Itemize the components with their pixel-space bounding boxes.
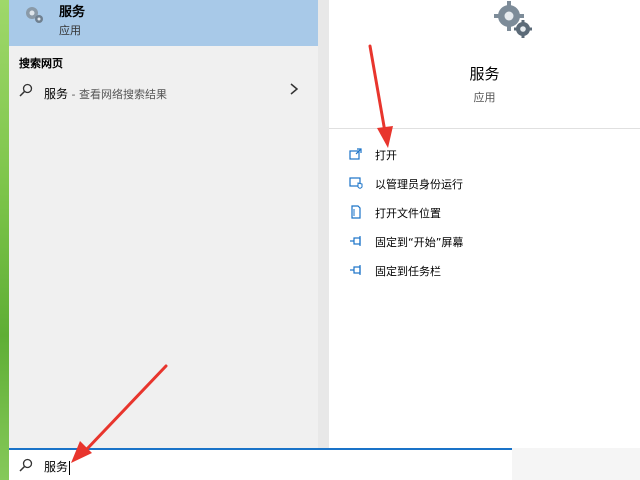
open-action-label: 打开 (375, 149, 397, 162)
pin-icon (350, 265, 361, 275)
open-file-location-action[interactable]: 打开文件位置 (349, 202, 629, 224)
services-gear-icon (26, 7, 43, 23)
services-gear-icon (494, 1, 532, 38)
details-divider (329, 128, 640, 129)
search-icon (19, 83, 33, 97)
open-file-location-label: 打开文件位置 (375, 207, 441, 220)
run-as-admin-action[interactable]: 以管理员身份运行 (349, 173, 629, 195)
chevron-right-icon[interactable] (289, 82, 299, 96)
pin-to-taskbar-action[interactable]: 固定到任务栏 (349, 260, 629, 282)
open-icon (349, 148, 362, 160)
desktop-area (512, 448, 640, 480)
app-subtitle: 应用 (473, 91, 496, 104)
web-result-text: 服务 - 查看网络搜索结果 (44, 85, 167, 102)
panel-divider (318, 0, 329, 448)
search-box[interactable]: 服务 (9, 448, 512, 480)
search-icon (19, 458, 33, 472)
open-action[interactable]: 打开 (349, 144, 629, 166)
search-input-value: 服务 (44, 460, 69, 474)
web-query: 服务 (44, 87, 69, 101)
pin-to-start-label: 固定到“开始”屏幕 (375, 236, 464, 249)
app-details-panel: 服务 应用 打开 以管理员身份运行 打开文件位置 固定到“开始”屏幕 固定到任务… (329, 0, 640, 448)
search-input[interactable]: 服务 (44, 458, 71, 475)
web-search-result[interactable]: 服务 - 查看网络搜索结果 (9, 78, 318, 106)
search-results-panel: 服务 应用 搜索网页 服务 - 查看网络搜索结果 (9, 0, 318, 448)
text-caret (69, 460, 71, 475)
shield-admin-icon (349, 177, 363, 189)
best-match-subtitle: 应用 (59, 24, 81, 37)
file-location-icon (351, 205, 361, 219)
web-result-suffix: - 查看网络搜索结果 (68, 88, 167, 101)
best-match-title: 服务 (59, 5, 86, 20)
web-section-heading: 搜索网页 (19, 57, 63, 70)
pin-icon (350, 236, 361, 246)
best-match-result[interactable]: 服务 应用 (9, 0, 318, 46)
pin-to-start-action[interactable]: 固定到“开始”屏幕 (349, 231, 629, 253)
pin-to-taskbar-label: 固定到任务栏 (375, 265, 441, 278)
app-title: 服务 (469, 65, 500, 83)
desktop-wallpaper (0, 0, 9, 480)
run-as-admin-label: 以管理员身份运行 (375, 178, 463, 191)
